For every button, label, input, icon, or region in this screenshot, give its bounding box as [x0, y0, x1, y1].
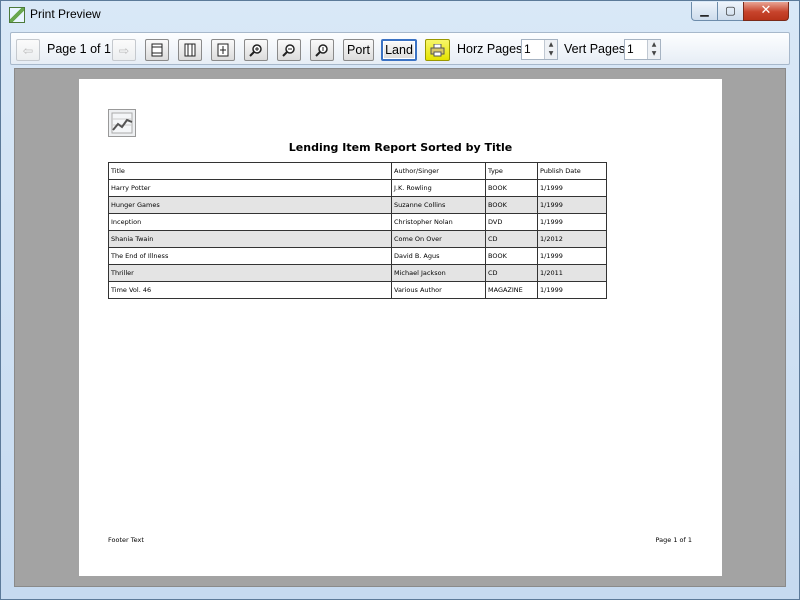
- report-table: Title Author/Singer Type Publish Date Ha…: [108, 162, 607, 299]
- table-cell: Inception: [108, 213, 392, 231]
- table-cell: J.K. Rowling: [391, 179, 486, 197]
- report-logo: [108, 109, 136, 137]
- table-row: Shania Twain Come On Over CD 1/2012: [108, 230, 607, 248]
- close-icon: ✕: [760, 3, 772, 18]
- table-cell: Christopher Nolan: [391, 213, 486, 231]
- table-cell: The End of Illness: [108, 247, 392, 265]
- print-preview-window: Print Preview ▁ ▢ ✕ ⇦ Page 1 of 1 ⇨ Port…: [0, 0, 800, 600]
- column-header: Publish Date: [537, 162, 607, 180]
- fit-width-icon: [151, 43, 163, 57]
- table-cell: BOOK: [485, 179, 538, 197]
- status-bar: [1, 590, 799, 599]
- table-cell: BOOK: [485, 247, 538, 265]
- fit-height-button[interactable]: [178, 39, 202, 61]
- table-cell: Harry Potter: [108, 179, 392, 197]
- print-button[interactable]: [425, 39, 450, 61]
- report-title: Lending Item Report Sorted by Title: [288, 141, 513, 154]
- table-cell: Michael Jackson: [391, 264, 486, 282]
- table-cell: BOOK: [485, 196, 538, 214]
- horz-pages-spin-buttons[interactable]: ▲ ▼: [544, 40, 557, 59]
- table-cell: MAGAZINE: [485, 281, 538, 299]
- zoom-in-icon: [249, 44, 262, 57]
- zoom-out-button[interactable]: [277, 39, 301, 61]
- column-header: Author/Singer: [391, 162, 486, 180]
- arrow-left-icon: ⇦: [22, 43, 34, 58]
- actual-size-button[interactable]: [310, 39, 334, 61]
- table-cell: 1/2011: [537, 264, 607, 282]
- column-header: Type: [485, 162, 538, 180]
- table-cell: CD: [485, 230, 538, 248]
- vert-pages-spin-buttons[interactable]: ▲ ▼: [647, 40, 660, 59]
- chevron-up-icon[interactable]: ▲: [545, 40, 557, 49]
- previous-page-button[interactable]: ⇦: [16, 39, 40, 61]
- next-page-button[interactable]: ⇨: [112, 39, 136, 61]
- chevron-up-icon[interactable]: ▲: [648, 40, 660, 49]
- printer-icon: [430, 43, 445, 56]
- report-page-number: Page 1 of 1: [655, 536, 692, 544]
- preview-area[interactable]: Lending Item Report Sorted by Title Titl…: [14, 68, 786, 587]
- table-cell: 1/1999: [537, 281, 607, 299]
- table-row: Time Vol. 46 Various Author MAGAZINE 1/1…: [108, 281, 607, 299]
- table-row: Inception Christopher Nolan DVD 1/1999: [108, 213, 607, 231]
- preview-toolbar: ⇦ Page 1 of 1 ⇨ Port Land Horz Pages 1 ▲…: [10, 32, 790, 65]
- table-cell: Time Vol. 46: [108, 281, 392, 299]
- table-cell: Come On Over: [391, 230, 486, 248]
- close-button[interactable]: ✕: [743, 2, 789, 21]
- zoom-out-icon: [282, 44, 295, 57]
- landscape-button[interactable]: Land: [381, 39, 417, 61]
- table-row: Harry Potter J.K. Rowling BOOK 1/1999: [108, 179, 607, 197]
- table-cell: Hunger Games: [108, 196, 392, 214]
- horz-pages-label: Horz Pages: [457, 42, 523, 56]
- horz-pages-value: 1: [524, 42, 531, 56]
- fit-height-icon: [184, 43, 196, 57]
- table-cell: 1/1999: [537, 179, 607, 197]
- chevron-down-icon[interactable]: ▼: [545, 49, 557, 58]
- zoom-actual-size-icon: [315, 44, 328, 57]
- vert-pages-label: Vert Pages: [564, 42, 626, 56]
- fit-page-button[interactable]: [211, 39, 235, 61]
- table-cell: 1/1999: [537, 213, 607, 231]
- table-cell: 1/2012: [537, 230, 607, 248]
- table-cell: DVD: [485, 213, 538, 231]
- table-cell: David B. Agus: [391, 247, 486, 265]
- minimize-button[interactable]: ▁: [691, 2, 718, 21]
- table-row: Hunger Games Suzanne Collins BOOK 1/1999: [108, 196, 607, 214]
- chevron-down-icon[interactable]: ▼: [648, 49, 660, 58]
- portrait-button[interactable]: Port: [343, 39, 374, 61]
- table-cell: 1/1999: [537, 196, 607, 214]
- horz-pages-stepper[interactable]: 1 ▲ ▼: [521, 39, 558, 60]
- zoom-in-button[interactable]: [244, 39, 268, 61]
- chart-app-icon: [9, 7, 25, 23]
- table-cell: Thriller: [108, 264, 392, 282]
- table-header-row: Title Author/Singer Type Publish Date: [108, 162, 607, 180]
- fit-page-icon: [217, 43, 229, 57]
- fit-width-button[interactable]: [145, 39, 169, 61]
- column-header: Title: [108, 162, 392, 180]
- maximize-button[interactable]: ▢: [717, 2, 744, 21]
- page-indicator: Page 1 of 1: [47, 42, 111, 56]
- table-cell: Various Author: [391, 281, 486, 299]
- vert-pages-stepper[interactable]: 1 ▲ ▼: [624, 39, 661, 60]
- table-cell: Suzanne Collins: [391, 196, 486, 214]
- table-cell: CD: [485, 264, 538, 282]
- arrow-right-icon: ⇨: [118, 43, 130, 58]
- title-bar[interactable]: Print Preview ▁ ▢ ✕: [1, 1, 799, 29]
- table-row: Thriller Michael Jackson CD 1/2011: [108, 264, 607, 282]
- table-cell: 1/1999: [537, 247, 607, 265]
- report-page: Lending Item Report Sorted by Title Titl…: [79, 79, 722, 576]
- minimize-icon: ▁: [700, 4, 709, 17]
- maximize-icon: ▢: [725, 4, 736, 17]
- vert-pages-value: 1: [627, 42, 634, 56]
- table-cell: Shania Twain: [108, 230, 392, 248]
- report-footer-text: Footer Text: [108, 536, 144, 544]
- window-title: Print Preview: [30, 7, 101, 21]
- table-row: The End of Illness David B. Agus BOOK 1/…: [108, 247, 607, 265]
- chart-logo-icon: [111, 112, 133, 134]
